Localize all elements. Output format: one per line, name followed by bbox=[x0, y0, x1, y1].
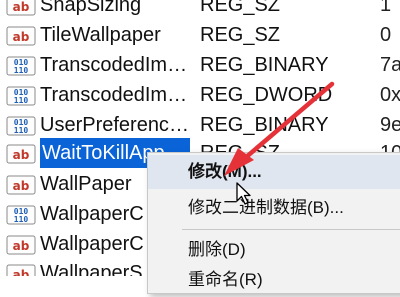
binary-value-icon: 010 110 bbox=[6, 116, 36, 136]
menu-item-label: 重命名(R) bbox=[188, 270, 263, 289]
string-value-icon: ab bbox=[6, 144, 36, 164]
svg-text:110: 110 bbox=[14, 215, 29, 224]
value-name: UserPreference... bbox=[40, 114, 190, 136]
binary-value-icon: 010 110 bbox=[6, 205, 36, 225]
menu-separator bbox=[182, 229, 400, 230]
menu-item-modify-binary[interactable]: 修改二进制数据(B)... bbox=[148, 191, 400, 225]
svg-text:110: 110 bbox=[14, 126, 29, 135]
registry-value-row[interactable]: 010 110 UserPreference... REG_BINARY 9e bbox=[0, 110, 400, 140]
registry-value-row[interactable]: 010 110 TranscodedIma... REG_BINARY 7a bbox=[0, 50, 400, 80]
value-type: REG_SZ bbox=[200, 24, 281, 46]
menu-item-rename[interactable]: 重命名(R) bbox=[148, 263, 400, 297]
svg-text:ab: ab bbox=[13, 268, 30, 276]
svg-text:ab: ab bbox=[13, 30, 30, 44]
binary-value-icon: 010 110 bbox=[6, 86, 36, 106]
mouse-pointer-icon bbox=[236, 182, 252, 211]
string-value-icon: ab bbox=[6, 0, 36, 16]
registry-value-row[interactable]: 010 110 TranscodedIma... REG_DWORD 0x bbox=[0, 80, 400, 110]
value-type: REG_BINARY bbox=[200, 114, 329, 136]
svg-text:ab: ab bbox=[13, 0, 30, 14]
menu-item-label: 修改二进制数据(B)... bbox=[188, 198, 344, 217]
value-name: SnapSizing bbox=[40, 0, 142, 16]
value-data: 0x bbox=[380, 84, 400, 106]
svg-text:ab: ab bbox=[13, 179, 30, 193]
svg-text:ab: ab bbox=[13, 148, 30, 162]
svg-text:110: 110 bbox=[14, 96, 29, 105]
registry-value-row[interactable]: ab TileWallpaper REG_SZ 0 bbox=[0, 20, 400, 50]
value-name: TranscodedIma... bbox=[40, 84, 190, 106]
string-value-icon: ab bbox=[6, 235, 36, 255]
value-data: 0 bbox=[380, 24, 392, 46]
value-type: REG_DWORD bbox=[200, 84, 333, 106]
value-name: TileWallpaper bbox=[40, 24, 161, 46]
svg-text:110: 110 bbox=[14, 66, 29, 75]
binary-value-icon: 010 110 bbox=[6, 56, 36, 76]
registry-value-row[interactable]: ab SnapSizing REG_SZ 1 bbox=[0, 0, 400, 20]
context-menu: 修改(M)... 修改二进制数据(B)... 删除(D) 重命名(R) bbox=[147, 152, 400, 294]
menu-item-delete[interactable]: 删除(D) bbox=[148, 233, 400, 267]
menu-item-modify[interactable]: 修改(M)... bbox=[148, 155, 400, 189]
value-data: 1 bbox=[380, 0, 392, 16]
string-value-icon: ab bbox=[6, 26, 36, 46]
value-data: 7a bbox=[380, 54, 400, 76]
value-name: TranscodedIma... bbox=[40, 54, 190, 76]
value-type: REG_SZ bbox=[200, 0, 281, 16]
string-value-icon: ab bbox=[6, 264, 36, 276]
value-data: 9e bbox=[380, 114, 400, 136]
svg-text:ab: ab bbox=[13, 239, 30, 253]
value-type: REG_BINARY bbox=[200, 54, 329, 76]
menu-item-label: 删除(D) bbox=[188, 240, 246, 259]
string-value-icon: ab bbox=[6, 175, 36, 195]
